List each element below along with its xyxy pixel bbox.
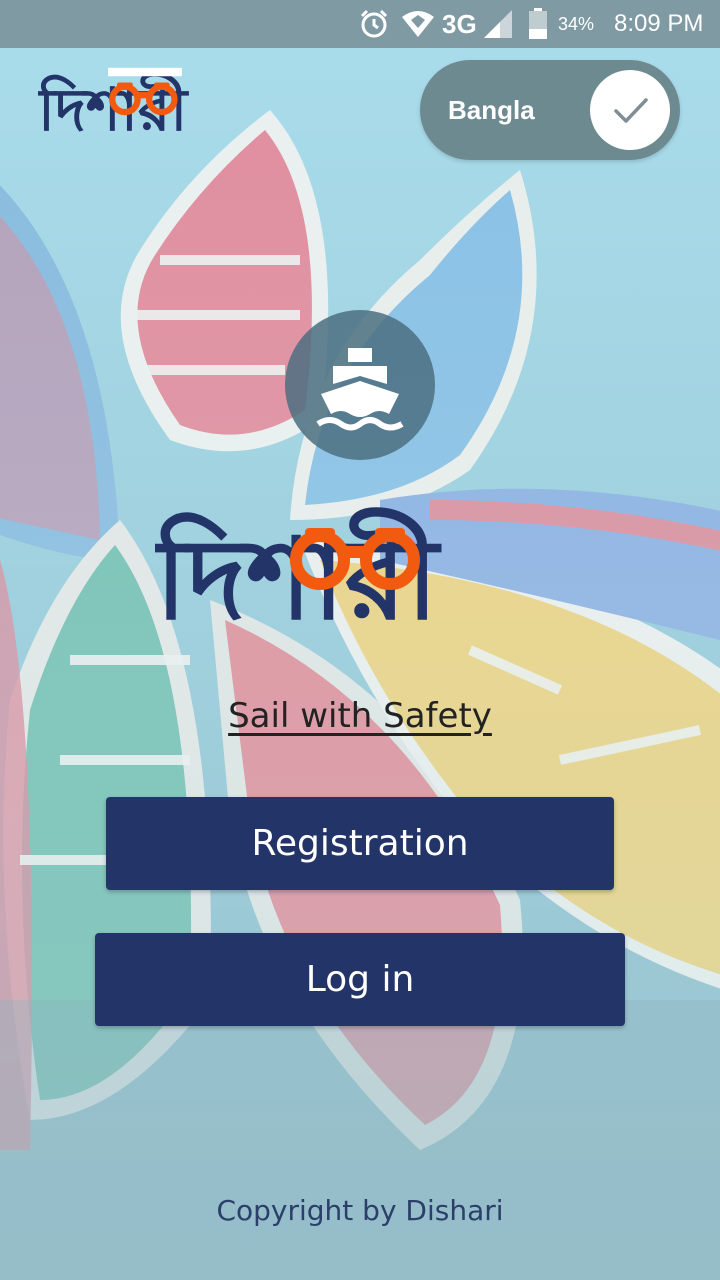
clock: 8:09 PM xyxy=(614,10,704,37)
battery-icon xyxy=(528,0,548,48)
network-type: 3G xyxy=(442,8,477,39)
wifi-icon xyxy=(400,0,436,48)
status-bar: 3G 34% 8:09 PM xyxy=(0,0,720,48)
ship-icon xyxy=(316,348,404,431)
language-toggle-label: Bangla xyxy=(448,95,535,125)
tagline-link[interactable]: Sail with Safety xyxy=(0,696,720,736)
signal-icon xyxy=(484,0,512,48)
app-logo-large: দিশারী xyxy=(151,498,565,645)
check-icon xyxy=(614,98,648,123)
battery-level: 34% xyxy=(558,13,595,34)
app-logo-small: দিশারী xyxy=(36,64,254,144)
registration-button[interactable]: Registration xyxy=(106,797,614,890)
ship-icon-badge xyxy=(285,310,435,460)
alarm-icon xyxy=(358,0,390,48)
language-toggle[interactable]: Bangla xyxy=(420,60,680,160)
language-toggle-knob[interactable] xyxy=(590,70,670,150)
copyright-text: Copyright by Dishari xyxy=(216,1194,504,1227)
login-button[interactable]: Log in xyxy=(95,933,625,1026)
background-overlay xyxy=(0,0,720,1280)
